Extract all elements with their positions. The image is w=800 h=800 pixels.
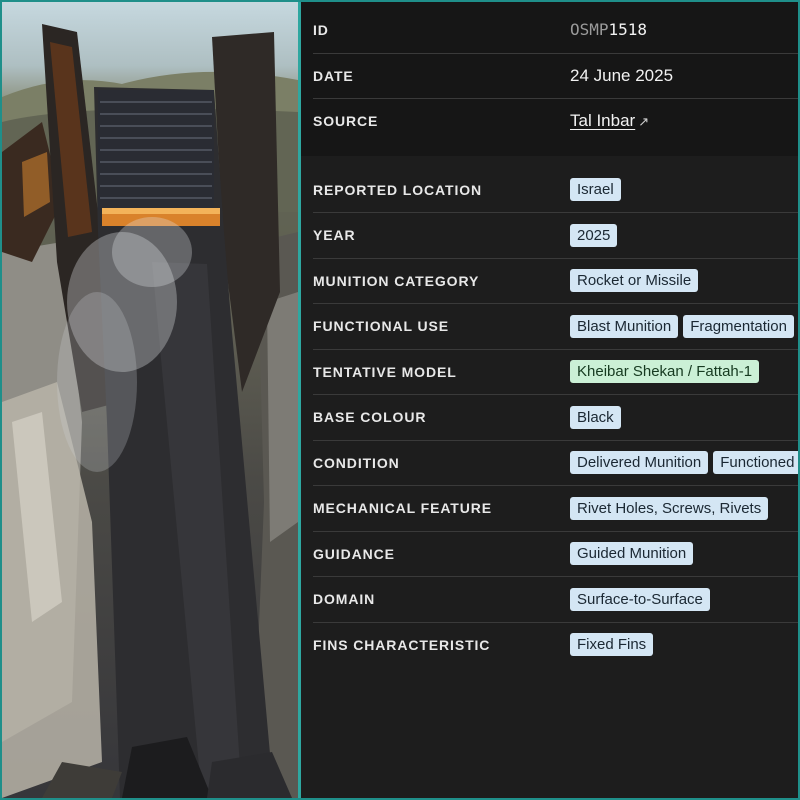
- date-value: 24 June 2025: [570, 65, 674, 85]
- attribute-row-tentative-model: TENTATIVE MODEL Kheibar Shekan / Fattah-1: [313, 350, 798, 395]
- attribute-label: MUNITION CATEGORY: [313, 272, 480, 289]
- tag-chip[interactable]: Black: [570, 405, 621, 429]
- attribute-label: FUNCTIONAL USE: [313, 318, 450, 335]
- attribute-row-base-colour: BASE COLOUR Black: [313, 395, 798, 441]
- attribute-row-guidance: GUIDANCE Guided Munition: [313, 532, 798, 577]
- record-panel: ID OSMP1518 DATE 24 June 2025 SOURCE Tal…: [301, 2, 798, 798]
- munition-photo[interactable]: [2, 2, 301, 798]
- tag-chip[interactable]: Kheibar Shekan / Fattah-1: [570, 360, 760, 384]
- tag-chip[interactable]: Blast Munition: [570, 314, 679, 338]
- tag-group: Delivered Munition Functioned: [570, 451, 798, 475]
- tag-group: 2025: [570, 223, 618, 247]
- record-meta-section: ID OSMP1518 DATE 24 June 2025 SOURCE Tal…: [301, 2, 798, 156]
- id-number: 1518: [608, 20, 648, 40]
- tag-chip[interactable]: Fixed Fins: [570, 633, 654, 657]
- tag-group: Guided Munition: [570, 542, 694, 566]
- attribute-label: BASE COLOUR: [313, 409, 427, 426]
- id-value: OSMP1518: [570, 20, 647, 40]
- tag-group: Fixed Fins: [570, 633, 654, 657]
- source-link-text[interactable]: Tal Inbar: [570, 111, 635, 130]
- tag-chip[interactable]: Guided Munition: [570, 542, 694, 566]
- tag-chip[interactable]: 2025: [570, 223, 618, 247]
- tag-group: Surface-to-Surface: [570, 587, 710, 611]
- id-label: ID: [313, 22, 329, 39]
- date-row: DATE 24 June 2025: [313, 54, 798, 99]
- tag-group: Black: [570, 405, 621, 429]
- tag-group: Israel: [570, 178, 621, 202]
- tag-chip[interactable]: Functioned: [713, 451, 798, 475]
- tag-chip[interactable]: Delivered Munition: [570, 451, 709, 475]
- tag-group: Kheibar Shekan / Fattah-1: [570, 360, 760, 384]
- id-prefix: OSMP: [570, 20, 609, 40]
- attribute-row-functional-use: FUNCTIONAL USE Blast Munition Fragmentatio…: [313, 304, 798, 350]
- attribute-label: CONDITION: [313, 454, 400, 471]
- tag-group: Rivet Holes, Screws, Rivets: [570, 496, 769, 520]
- attribute-label: MECHANICAL FEATURE: [313, 500, 493, 517]
- tag-chip[interactable]: Israel: [570, 178, 621, 202]
- attribute-row-year: YEAR 2025: [313, 213, 798, 259]
- attribute-row-condition: CONDITION Delivered Munition Functioned: [313, 441, 798, 486]
- attribute-row-munition-category: MUNITION CATEGORY Rocket or Missile: [313, 259, 798, 304]
- attribute-label: DOMAIN: [313, 591, 376, 608]
- tag-chip[interactable]: Surface-to-Surface: [570, 587, 710, 611]
- attribute-label: REPORTED LOCATION: [313, 181, 483, 198]
- munition-photo-drawing: [2, 24, 298, 798]
- id-row: ID OSMP1518: [313, 8, 798, 54]
- external-link-icon[interactable]: ↗: [638, 114, 649, 129]
- source-label: SOURCE: [313, 113, 379, 130]
- tag-group: Rocket or Missile: [570, 269, 699, 293]
- tag-chip[interactable]: Rocket or Missile: [570, 269, 699, 293]
- attribute-row-mechanical-feature: MECHANICAL FEATURE Rivet Holes, Screws, R…: [313, 486, 798, 532]
- attribute-row-fins-characteristic: FINS CHARACTERISTIC Fixed Fins: [313, 623, 798, 668]
- screenshot-frame: ID OSMP1518 DATE 24 June 2025 SOURCE Tal…: [2, 2, 798, 798]
- tag-chip[interactable]: Rivet Holes, Screws, Rivets: [570, 496, 769, 520]
- attribute-row-reported-location: REPORTED LOCATION Israel: [313, 168, 798, 213]
- tag-chip[interactable]: Fragmentation: [683, 314, 794, 338]
- source-row: SOURCE Tal Inbar ↗: [313, 99, 798, 144]
- attribute-label: TENTATIVE MODEL: [313, 363, 457, 380]
- attribute-label: GUIDANCE: [313, 545, 395, 562]
- tag-group: Blast Munition Fragmentation: [570, 314, 794, 338]
- date-label: DATE: [313, 67, 354, 84]
- attribute-row-domain: DOMAIN Surface-to-Surface: [313, 577, 798, 623]
- source-link[interactable]: Tal Inbar ↗: [570, 111, 649, 131]
- attribute-list: REPORTED LOCATION Israel YEAR 2025 MUNITION …: [301, 156, 798, 668]
- attribute-label: FINS CHARACTERISTIC: [313, 636, 491, 653]
- attribute-label: YEAR: [313, 227, 356, 244]
